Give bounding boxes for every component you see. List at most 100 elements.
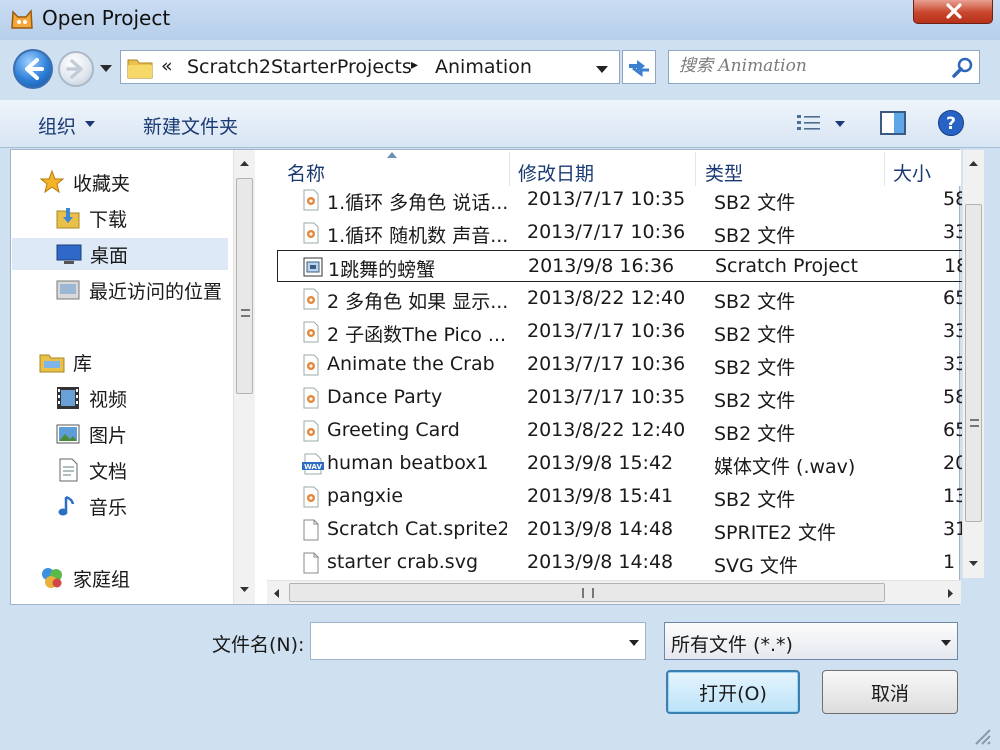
file-icon (301, 321, 321, 348)
file-icon (301, 288, 321, 315)
file-icon (301, 420, 321, 447)
forward-button[interactable] (58, 51, 94, 87)
sb2-file-icon (303, 420, 319, 442)
breadcrumb-segment-root[interactable]: Scratch2StarterProjects (187, 56, 412, 78)
close-icon (946, 3, 962, 19)
file-row[interactable]: Greeting Card 2013/8/22 12:40 SB2 文件 65 (277, 415, 967, 447)
navigation-row: « Scratch2StarterProjects ▸ Animation (0, 40, 1000, 100)
column-divider[interactable] (884, 152, 885, 186)
column-header-name[interactable]: 名称 (287, 159, 325, 186)
chevron-down-icon[interactable] (628, 639, 640, 647)
vertical-scroll-thumb[interactable] (965, 204, 982, 522)
nav-item-label: 音乐 (89, 496, 128, 519)
search-input[interactable] (679, 56, 939, 76)
file-row[interactable]: starter crab.svg 2013/9/8 14:48 SVG 文件 1 (277, 547, 967, 579)
file-row[interactable]: pangxie 2013/9/8 15:41 SB2 文件 13 (277, 481, 967, 513)
arrow-right-icon (66, 59, 83, 79)
file-row[interactable]: 2 多角色 如果 显示... 2013/8/22 12:40 SB2 文件 65 (277, 283, 967, 315)
help-icon[interactable]: ? (937, 109, 965, 137)
nav-item-desktop[interactable]: 桌面 (12, 238, 228, 270)
nav-item-label: 库 (73, 352, 93, 375)
blank-file-icon (303, 552, 319, 574)
nav-item-homegroup[interactable]: 家庭组 (39, 562, 130, 594)
file-list-horizontal-scrollbar[interactable] (267, 580, 961, 604)
picture-icon (56, 424, 80, 444)
filename-label: 文件名(N): (212, 634, 305, 656)
column-header-size[interactable]: 大小 (893, 159, 931, 186)
view-options-icon[interactable] (796, 112, 822, 134)
video-icon (57, 387, 79, 409)
file-row[interactable]: WAV human beatbox1 2013/9/8 15:42 媒体文件 (.wa… (277, 448, 967, 480)
nav-item-music[interactable]: 音乐 (55, 490, 127, 522)
file-icon (302, 256, 324, 283)
filename-input[interactable] (317, 630, 617, 651)
breadcrumb-overflow[interactable]: « (161, 55, 173, 77)
nav-item-downloads[interactable]: 下载 (55, 202, 127, 234)
column-header-date[interactable]: 修改日期 (518, 159, 594, 186)
document-icon (59, 458, 78, 482)
scratch-cat-icon (11, 9, 33, 29)
history-dropdown-icon[interactable] (99, 64, 113, 74)
title-bar[interactable]: Open Project (0, 0, 1000, 40)
chevron-down-icon[interactable] (834, 120, 846, 128)
close-button[interactable] (913, 0, 993, 24)
open-button[interactable]: 打开(O) (666, 670, 800, 714)
address-bar[interactable]: « Scratch2StarterProjects ▸ Animation (120, 50, 620, 84)
sort-ascending-icon (387, 152, 397, 158)
file-name: Scratch Cat.sprite2 (327, 518, 507, 540)
search-box[interactable] (668, 50, 980, 84)
nav-scrollbar[interactable] (233, 150, 255, 604)
search-icon[interactable] (951, 56, 975, 80)
chevron-down-icon[interactable] (84, 120, 96, 128)
file-type-select[interactable]: 所有文件 (*.*) (664, 622, 958, 660)
file-row[interactable]: 1跳舞的螃蟹 2013/9/8 16:36 Scratch Project 18 (277, 250, 968, 283)
nav-scroll-thumb[interactable] (236, 178, 253, 394)
chevron-down-icon[interactable] (940, 639, 952, 647)
file-row[interactable]: 2 子函数The Pico ... 2013/7/17 10:36 SB2 文件 33 (277, 316, 967, 348)
file-modified-date: 2013/9/8 16:36 (528, 255, 675, 277)
resize-grip-icon[interactable] (972, 728, 994, 746)
nav-item-favorites[interactable]: 收藏夹 (39, 166, 130, 198)
file-list-vertical-scrollbar[interactable] (962, 150, 984, 578)
arrow-left-icon (25, 58, 44, 80)
back-button[interactable] (13, 49, 53, 89)
filename-combobox[interactable] (310, 622, 646, 660)
refresh-button[interactable] (622, 50, 656, 84)
horizontal-scroll-thumb[interactable] (289, 583, 885, 602)
breadcrumb-separator[interactable]: ▸ (411, 57, 418, 73)
file-modified-date: 2013/8/22 12:40 (527, 419, 686, 441)
breadcrumb-segment-current[interactable]: Animation (435, 56, 532, 78)
column-header-type[interactable]: 类型 (705, 159, 743, 186)
file-modified-date: 2013/9/8 15:41 (527, 485, 674, 507)
new-folder-button[interactable]: 新建文件夹 (143, 112, 238, 139)
file-row[interactable]: 1.循环 多角色 说话... 2013/7/17 10:35 SB2 文件 58 (277, 184, 967, 216)
scroll-left-icon[interactable] (273, 588, 280, 599)
file-row[interactable]: Scratch Cat.sprite2 2013/9/8 14:48 SPRITE2… (277, 514, 967, 546)
scroll-up-icon[interactable] (968, 160, 979, 167)
cancel-button[interactable]: 取消 (822, 670, 958, 714)
file-row[interactable]: Animate the Crab 2013/7/17 10:36 SB2 文件 33 (277, 349, 967, 381)
nav-item-recent-places[interactable]: 最近访问的位置 (55, 274, 222, 306)
column-divider[interactable] (509, 152, 510, 186)
organize-menu[interactable]: 组织 (38, 112, 76, 139)
nav-item-libraries[interactable]: 库 (39, 346, 92, 378)
svg-text:WAV: WAV (304, 463, 322, 471)
cancel-button-label: 取消 (870, 682, 909, 705)
file-type: SB2 文件 (714, 324, 796, 346)
scroll-right-icon[interactable] (947, 588, 954, 599)
sb2-file-icon (303, 486, 319, 508)
chevron-down-icon[interactable] (595, 65, 609, 74)
column-divider[interactable] (695, 152, 696, 186)
nav-item-label: 最近访问的位置 (89, 280, 223, 303)
nav-item-label: 桌面 (90, 244, 129, 267)
nav-item-pictures[interactable]: 图片 (55, 418, 127, 450)
scroll-up-icon[interactable] (239, 160, 250, 167)
preview-pane-icon[interactable] (879, 110, 907, 136)
library-icon (39, 354, 65, 373)
scroll-down-icon[interactable] (968, 560, 979, 567)
nav-item-documents[interactable]: 文档 (55, 454, 127, 486)
file-row[interactable]: Dance Party 2013/7/17 10:35 SB2 文件 58 (277, 382, 967, 414)
scroll-down-icon[interactable] (239, 586, 250, 593)
nav-item-videos[interactable]: 视频 (55, 382, 127, 414)
file-row[interactable]: 1.循环 随机数 声音... 2013/7/17 10:36 SB2 文件 33 (277, 217, 967, 249)
